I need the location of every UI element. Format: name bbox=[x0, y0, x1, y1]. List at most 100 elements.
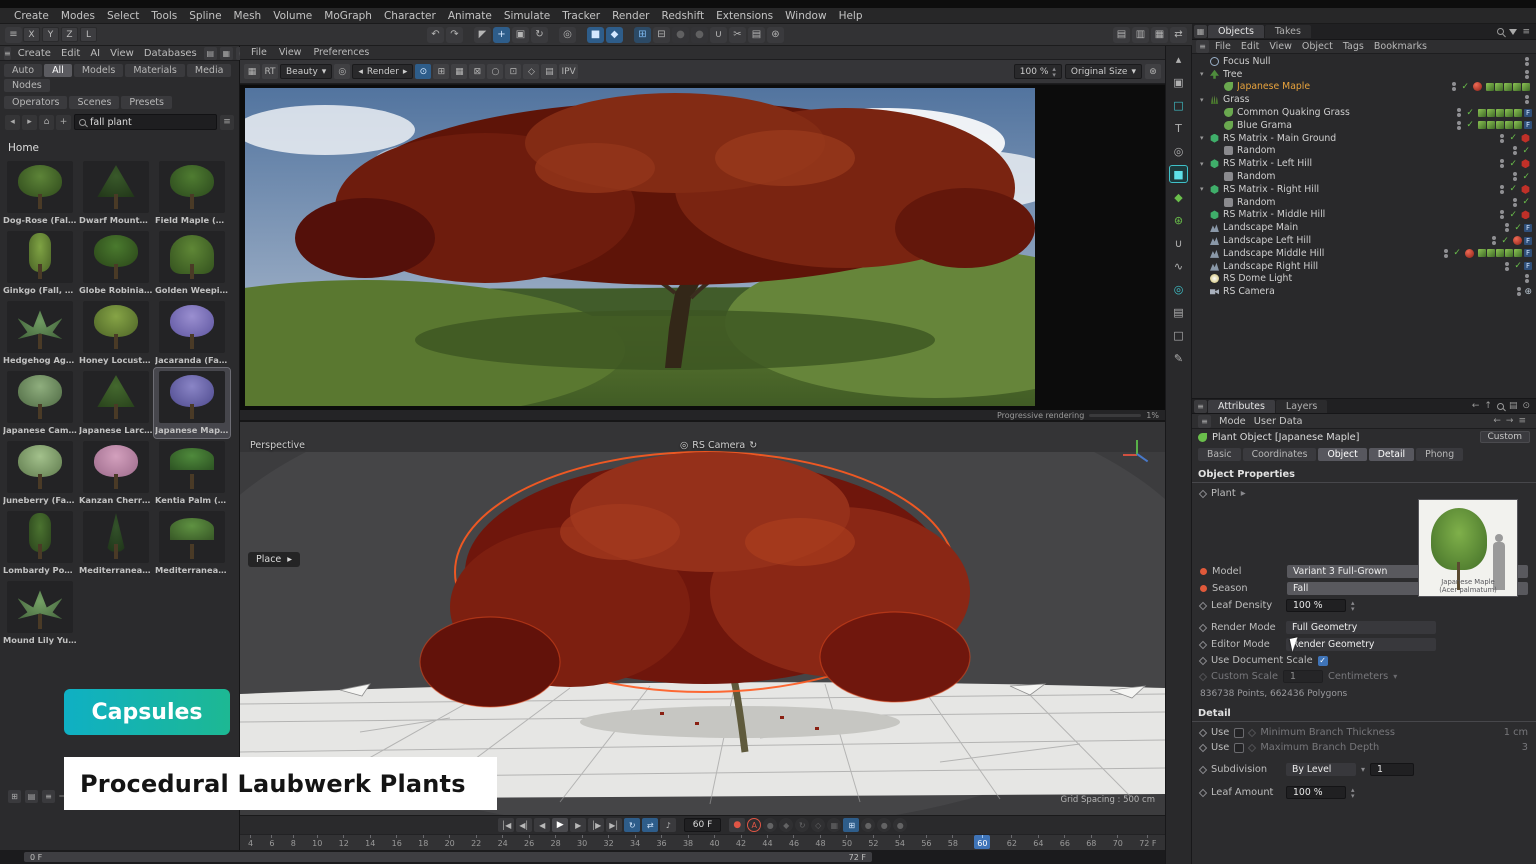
more-icon[interactable]: ≡ bbox=[1518, 416, 1526, 426]
asset-item[interactable]: Globe Robinia (Fall, Pl… bbox=[78, 228, 154, 298]
prev-key-button[interactable]: ◀│ bbox=[516, 818, 532, 832]
next-key-button[interactable]: │▶ bbox=[588, 818, 604, 832]
asset-item[interactable]: Field Maple (Fall, Plant) bbox=[154, 158, 230, 228]
filter-icon[interactable] bbox=[1509, 29, 1517, 35]
display-icon[interactable]: □ bbox=[1169, 326, 1188, 344]
asset-item[interactable]: Mediterranean Cypres… bbox=[78, 508, 154, 578]
render-settings-button[interactable]: ▦ bbox=[1151, 27, 1168, 43]
expand-arrow[interactable]: ▾ bbox=[1200, 96, 1209, 104]
menu-item[interactable]: Character bbox=[378, 10, 442, 22]
rotate-tool-button[interactable]: ↻ bbox=[531, 27, 548, 43]
visibility-dots[interactable] bbox=[1514, 287, 1524, 296]
material-chip[interactable] bbox=[1521, 134, 1530, 143]
frame-tick[interactable]: 64 bbox=[1033, 835, 1043, 849]
keyframe-dot-icon[interactable] bbox=[1200, 568, 1207, 575]
spinner-icon[interactable]: ▴▾ bbox=[1351, 787, 1355, 799]
viewport-label[interactable]: Perspective bbox=[250, 440, 305, 451]
separator[interactable] bbox=[465, 27, 472, 43]
goto-start-button[interactable]: │◀ bbox=[498, 818, 514, 832]
object-row[interactable]: Random ✓ F ⊕ bbox=[1192, 170, 1536, 183]
checker-icon[interactable]: ▦ bbox=[451, 64, 467, 79]
attribute-tab[interactable]: Coordinates bbox=[1243, 448, 1317, 461]
check-icon[interactable]: ✓ bbox=[1512, 223, 1524, 233]
frame-tick[interactable]: 38 bbox=[683, 835, 693, 849]
hamburger-icon[interactable]: ≡ bbox=[1194, 400, 1207, 413]
size-select[interactable]: Original Size▾ bbox=[1065, 64, 1142, 79]
menu-item[interactable]: Modes bbox=[55, 10, 101, 22]
back-icon[interactable]: ← bbox=[1472, 401, 1480, 411]
axis-lock-button[interactable]: L bbox=[80, 27, 97, 42]
menu-item[interactable]: Simulate bbox=[498, 10, 556, 22]
home-button[interactable]: ⌂ bbox=[39, 115, 54, 130]
capsule-asset-icon[interactable]: ■ bbox=[1169, 165, 1188, 183]
object-row[interactable]: ▾ RS Matrix - Right Hill ✓ F ⊕ bbox=[1192, 183, 1536, 196]
spinner-icon[interactable]: ▴▾ bbox=[1351, 600, 1355, 612]
visibility-dots[interactable] bbox=[1489, 236, 1499, 245]
filter-button[interactable]: Auto bbox=[4, 64, 42, 77]
visibility-dots[interactable] bbox=[1522, 57, 1532, 66]
menu-item[interactable]: Tools bbox=[145, 10, 183, 22]
asset-item[interactable]: Ginkgo (Fall, Plant) bbox=[2, 228, 78, 298]
check-icon[interactable]: ✓ bbox=[1464, 120, 1476, 130]
frame-tick[interactable]: 6 bbox=[269, 835, 274, 849]
visibility-dots[interactable] bbox=[1522, 95, 1532, 104]
frame-tick[interactable]: 52 bbox=[868, 835, 878, 849]
object-row[interactable]: Random ✓ F ⊕ bbox=[1192, 196, 1536, 209]
layers-icon[interactable]: ▤ bbox=[1169, 303, 1188, 321]
up-icon[interactable]: ↑ bbox=[1484, 401, 1492, 411]
timeline-range-slider[interactable]: 0 F 72 F bbox=[24, 852, 872, 862]
tab-attributes[interactable]: Attributes bbox=[1208, 400, 1275, 413]
snap-grid-button[interactable]: ⊞ bbox=[634, 27, 651, 43]
visibility-dots[interactable] bbox=[1522, 274, 1532, 283]
anim-diamond-icon[interactable] bbox=[1199, 788, 1207, 796]
axis-lock-button[interactable]: Y bbox=[42, 27, 59, 42]
render-view-button[interactable]: ▥ bbox=[1132, 27, 1149, 43]
material-chip[interactable] bbox=[1521, 185, 1530, 194]
frame-tick[interactable]: 34 bbox=[630, 835, 640, 849]
asset-item[interactable]: Japanese Camellia (Fal… bbox=[2, 368, 78, 438]
region-icon[interactable]: ⊡ bbox=[505, 64, 521, 79]
attribute-tab[interactable]: Detail bbox=[1369, 448, 1414, 461]
object-row[interactable]: Focus Null ✓ F ⊕ bbox=[1192, 55, 1536, 68]
record-pla-button[interactable]: ▦ bbox=[827, 818, 841, 832]
text-tool-icon[interactable]: T bbox=[1169, 119, 1188, 137]
frame-tick[interactable]: 60 bbox=[974, 835, 990, 849]
object-row[interactable]: ▾ Tree ✓ F ⊕ bbox=[1192, 68, 1536, 81]
panel-icon[interactable]: ▦ bbox=[1194, 25, 1207, 38]
check-icon[interactable]: ✓ bbox=[1464, 108, 1476, 118]
hamburger-icon[interactable]: ≡ bbox=[1198, 415, 1211, 428]
frame-tick[interactable]: 36 bbox=[656, 835, 666, 849]
frame-tick[interactable]: 8 bbox=[291, 835, 296, 849]
check-icon[interactable]: ✓ bbox=[1507, 133, 1519, 143]
use-min-branch-checkbox[interactable]: ✓ bbox=[1234, 728, 1244, 738]
menu-item[interactable]: Tracker bbox=[556, 10, 606, 22]
visibility-dots[interactable] bbox=[1510, 172, 1520, 181]
spinner-icon[interactable]: ▴▾ bbox=[1052, 66, 1056, 78]
record-keyframe-button[interactable]: ● bbox=[729, 818, 745, 832]
orbit-icon[interactable]: ◎ bbox=[1169, 280, 1188, 298]
cube-tool-icon[interactable]: □ bbox=[1169, 96, 1188, 114]
asset-item[interactable]: Juneberry (Fall, Plant) bbox=[2, 438, 78, 508]
filter-button[interactable]: Models bbox=[74, 64, 123, 77]
frame-tick[interactable]: 30 bbox=[577, 835, 587, 849]
expand-icon[interactable]: ◇ bbox=[523, 64, 539, 79]
object-row[interactable]: Landscape Middle Hill ✓ F ⊕ bbox=[1192, 247, 1536, 260]
editor-mode-select[interactable]: Render Geometry bbox=[1286, 638, 1436, 651]
menu-item[interactable]: Window bbox=[779, 10, 832, 22]
search-icon[interactable] bbox=[1497, 28, 1504, 35]
object-row[interactable]: Landscape Main ✓ F ⊕ bbox=[1192, 221, 1536, 234]
render-view-menu-item[interactable]: Preferences bbox=[308, 47, 374, 58]
asset-item[interactable]: Mediterranean Dwarf … bbox=[154, 508, 230, 578]
grid-icon[interactable]: ⊞ bbox=[433, 64, 449, 79]
asset-menu-item[interactable]: Edit bbox=[56, 48, 85, 59]
check-icon[interactable]: ✓ bbox=[1520, 197, 1532, 207]
circle-select-icon[interactable]: ○ bbox=[487, 64, 503, 79]
object-row[interactable]: ▾ RS Matrix - Main Ground ✓ F ⊕ bbox=[1192, 132, 1536, 145]
marker-a-button[interactable]: ● bbox=[861, 818, 875, 832]
visibility-dots[interactable] bbox=[1454, 108, 1464, 117]
visibility-dots[interactable] bbox=[1497, 134, 1507, 143]
material-chip[interactable] bbox=[1465, 249, 1474, 258]
timeline-ruler[interactable]: 4681012141618202224262830323436384042444… bbox=[240, 834, 1165, 850]
camera-reset-icon[interactable]: ↻ bbox=[749, 440, 757, 451]
asset-item[interactable]: Dog-Rose (Fall, Plant) bbox=[2, 158, 78, 228]
